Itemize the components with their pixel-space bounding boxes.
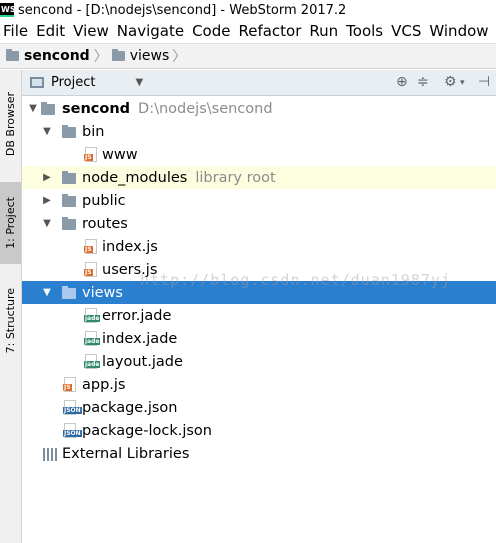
locate-icon[interactable]: ⊕	[396, 74, 408, 90]
tree-item-label: layout.jade	[102, 353, 183, 370]
window-title: sencond - [D:\nodejs\sencond] - WebStorm…	[18, 2, 347, 18]
js-file-icon: JS	[84, 147, 97, 162]
tree-item-label: index.js	[102, 238, 158, 255]
title-bar: WS sencond - [D:\nodejs\sencond] - WebSt…	[0, 0, 496, 20]
tree-item-label: package-lock.json	[82, 422, 212, 439]
tree-item-label: www	[102, 146, 138, 163]
folder-icon	[62, 125, 76, 138]
js-file-icon: JS	[63, 377, 76, 392]
project-panel-title[interactable]: Project	[51, 75, 95, 90]
webstorm-logo-icon: WS	[0, 3, 16, 17]
tree-item-label: node_modules library root	[82, 170, 276, 186]
breadcrumb: sencond 〉 views 〉	[0, 43, 496, 69]
menu-navigate[interactable]: Navigate	[114, 22, 189, 40]
settings-icon[interactable]: ⚙	[444, 74, 457, 90]
tab-label: 7: Structure	[4, 288, 17, 354]
menu-window[interactable]: Window	[426, 22, 493, 40]
collapsed-arrow-icon[interactable]: ▶	[42, 195, 52, 206]
tree-item-error-jade[interactable]: jade error.jade	[22, 304, 496, 327]
folder-icon	[111, 49, 125, 61]
tree-item-views[interactable]: ▼ views	[22, 281, 496, 304]
tree-item-label: error.jade	[102, 307, 172, 324]
tab-project[interactable]: 1: Project	[0, 182, 21, 264]
tree-item-label: External Libraries	[62, 445, 190, 462]
folder-icon	[62, 194, 76, 207]
chevron-right-icon: 〉	[93, 49, 108, 65]
breadcrumb-label: sencond	[24, 48, 90, 64]
root-path: D:\nodejs\sencond	[138, 100, 273, 117]
project-icon	[30, 77, 44, 88]
json-file-icon: JSON	[63, 423, 82, 438]
menu-run[interactable]: Run	[306, 22, 343, 40]
tree-item-layout-jade[interactable]: jade layout.jade	[22, 350, 496, 373]
breadcrumb-item-sencond[interactable]: sencond	[6, 48, 90, 64]
folder-icon	[62, 217, 76, 230]
menu-edit[interactable]: Edit	[33, 22, 70, 40]
tree-item-label: routes	[82, 215, 128, 232]
tree-item-app-js[interactable]: JS app.js	[22, 373, 496, 396]
chevron-right-icon: 〉	[172, 49, 187, 65]
collapse-icon[interactable]: ≑	[417, 74, 429, 90]
tree-item-routes[interactable]: ▼ routes	[22, 212, 496, 235]
expanded-arrow-icon[interactable]: ▼	[28, 103, 38, 114]
tree-item-label: users.js	[102, 261, 158, 278]
tree-item-label: index.jade	[102, 330, 178, 347]
folder-icon	[6, 49, 19, 61]
tab-db-browser[interactable]: DB Browser	[0, 74, 21, 174]
tree-item-label: public	[82, 192, 126, 209]
project-panel-header: Project ▼ ⊕ ≑ ⚙ ▾ ⊣	[22, 70, 496, 96]
breadcrumb-item-views[interactable]: views 〉	[111, 46, 191, 66]
chevron-down-icon[interactable]: ▼	[135, 77, 143, 88]
menu-bar: File Edit View Navigate Code Refactor Ru…	[0, 20, 496, 42]
tree-item-external-libraries[interactable]: External Libraries	[22, 442, 496, 465]
expanded-arrow-icon[interactable]: ▼	[42, 218, 52, 229]
menu-code[interactable]: Code	[189, 22, 235, 40]
tree-item-label: bin	[82, 123, 105, 140]
jade-file-icon: jade	[84, 354, 101, 369]
tree-item-label: sencond D:\nodejs\sencond	[62, 101, 273, 117]
tree-item-label: views	[82, 284, 123, 301]
tree-item-www[interactable]: JS www	[22, 143, 496, 166]
menu-refactor[interactable]: Refactor	[235, 22, 306, 40]
collapsed-arrow-icon[interactable]: ▶	[42, 172, 52, 183]
expanded-arrow-icon[interactable]: ▼	[42, 126, 52, 137]
jade-file-icon: jade	[84, 331, 101, 346]
tab-label: 1: Project	[4, 197, 17, 249]
node-modules-label: node_modules	[82, 169, 188, 186]
tree-item-users-js[interactable]: JS users.js	[22, 258, 496, 281]
root-name: sencond	[62, 100, 131, 117]
jade-file-icon: jade	[84, 308, 101, 323]
folder-icon	[62, 171, 76, 184]
settings-dropdown-icon[interactable]: ▾	[460, 78, 465, 88]
tab-structure[interactable]: 7: Structure	[0, 278, 21, 364]
hide-icon[interactable]: ⊣	[478, 74, 490, 90]
tree-item-label: package.json	[82, 399, 178, 416]
tree-item-index-jade[interactable]: jade index.jade	[22, 327, 496, 350]
folder-icon	[41, 102, 55, 115]
json-file-icon: JSON	[63, 400, 82, 415]
folder-icon	[62, 286, 76, 299]
tab-label: DB Browser	[4, 91, 17, 157]
tree-item-package-lock-json[interactable]: JSON package-lock.json	[22, 419, 496, 442]
menu-view[interactable]: View	[70, 22, 114, 40]
tree-item-index-js[interactable]: JS index.js	[22, 235, 496, 258]
tree-item-node-modules[interactable]: ▶ node_modules library root	[22, 166, 496, 189]
expanded-arrow-icon[interactable]: ▼	[42, 287, 52, 298]
tree-item-package-json[interactable]: JSON package.json	[22, 396, 496, 419]
js-file-icon: JS	[84, 239, 97, 254]
library-icon	[43, 448, 59, 461]
breadcrumb-label: views	[129, 48, 170, 64]
tree-item-public[interactable]: ▶ public	[22, 189, 496, 212]
tree-item-bin[interactable]: ▼ bin	[22, 120, 496, 143]
menu-file[interactable]: File	[0, 22, 33, 40]
left-tool-strip: DB Browser 1: Project 7: Structure	[0, 70, 22, 543]
menu-vcs[interactable]: VCS	[388, 22, 426, 40]
tree-item-root[interactable]: ▼ sencond D:\nodejs\sencond	[22, 97, 496, 120]
menu-tools[interactable]: Tools	[343, 22, 388, 40]
tree-item-label: app.js	[82, 376, 126, 393]
js-file-icon: JS	[84, 262, 97, 277]
library-root-hint: library root	[195, 169, 276, 186]
project-tree: ▼ sencond D:\nodejs\sencond ▼ bin JS www …	[22, 96, 496, 543]
